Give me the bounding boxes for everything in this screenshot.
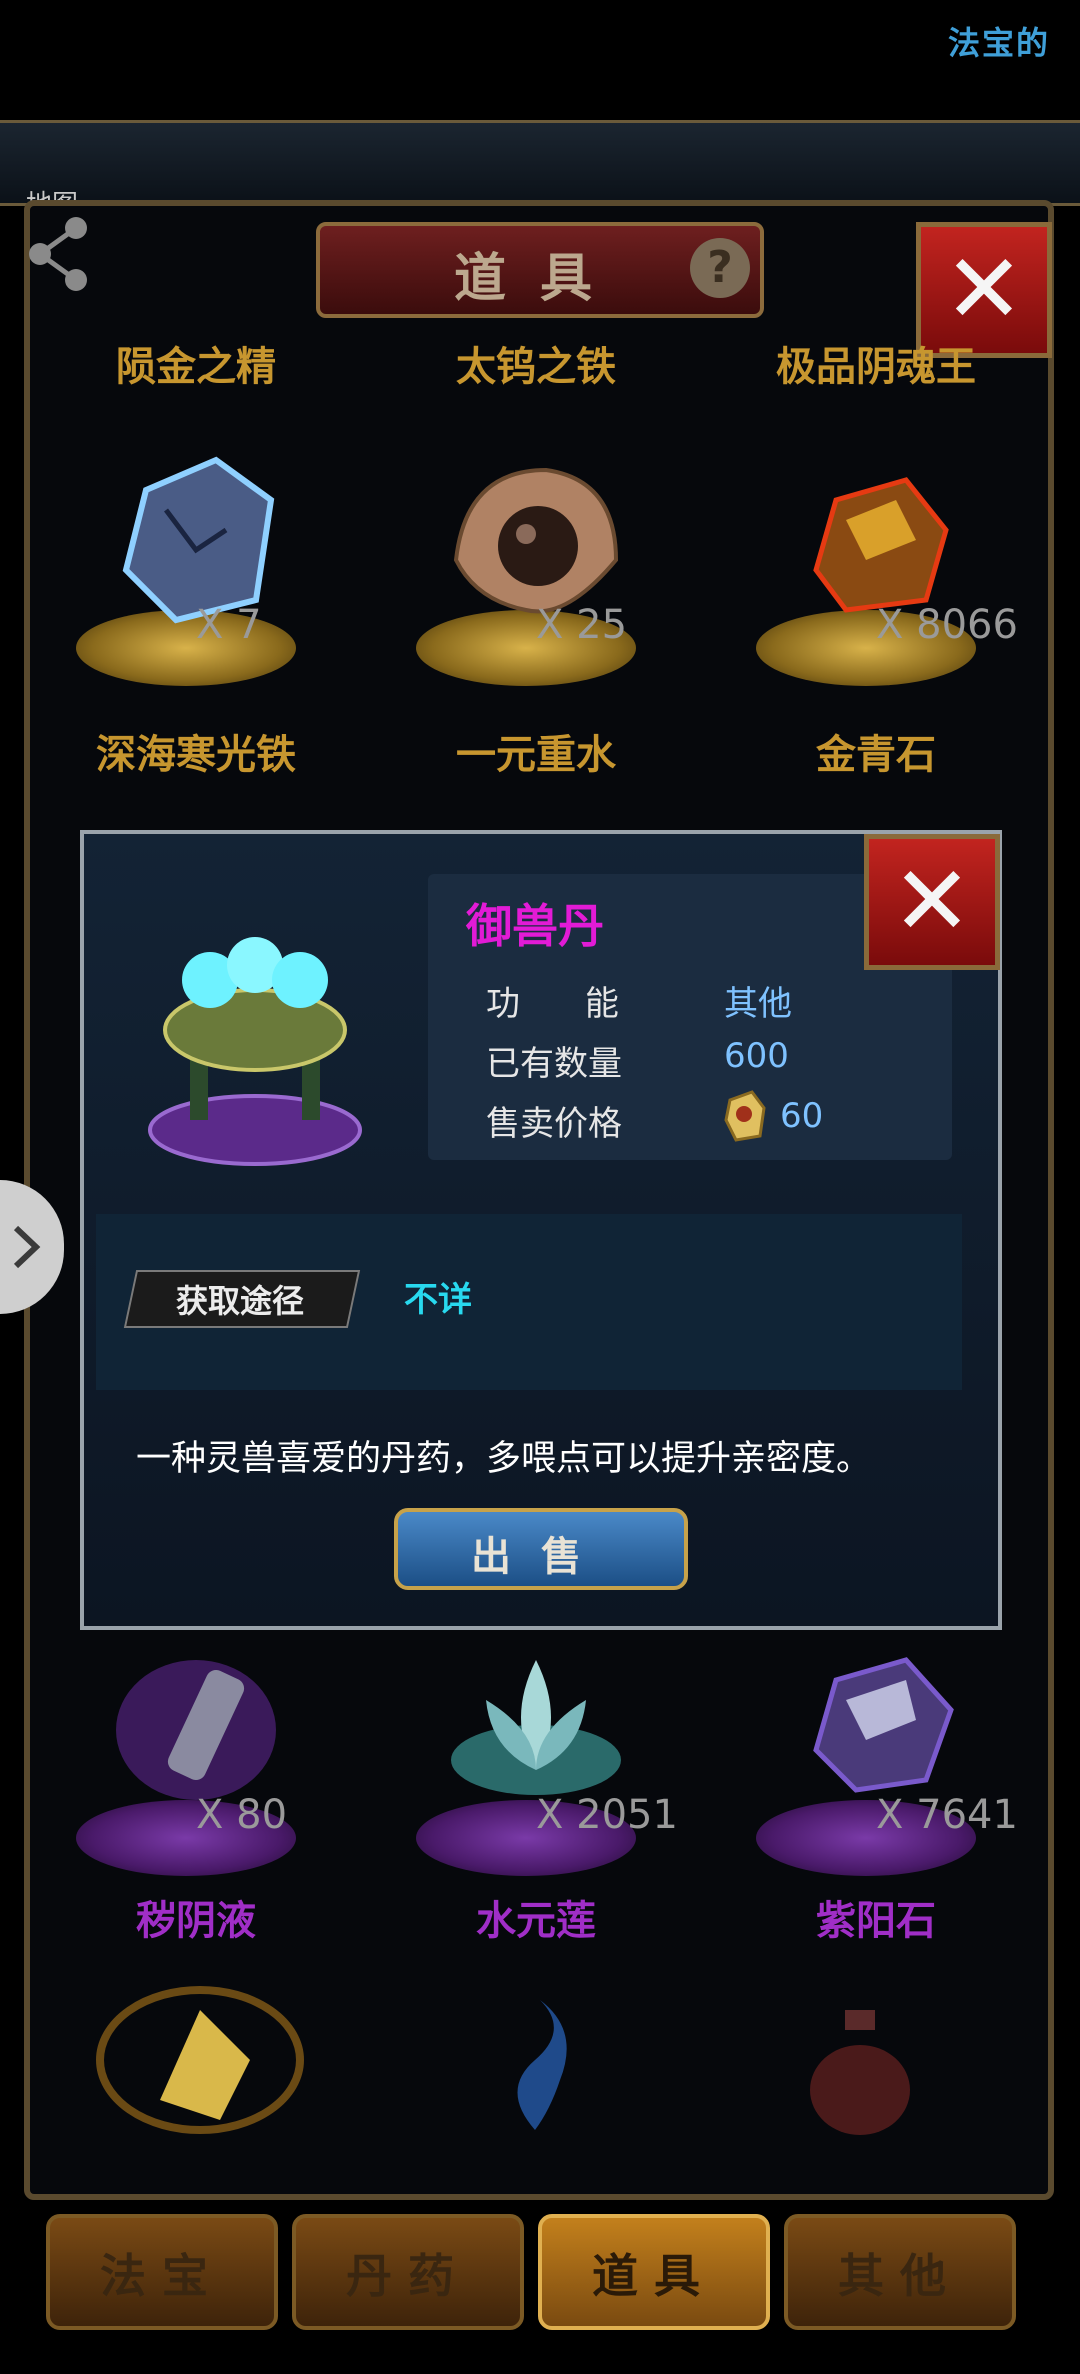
inventory-item[interactable]: X 7 xyxy=(36,430,356,690)
chevron-right-icon xyxy=(13,1225,41,1269)
function-value: 其他 xyxy=(724,984,792,1024)
wisp-icon[interactable] xyxy=(480,1990,590,2140)
item-name: 深海寒光铁 xyxy=(96,732,296,778)
item-description: 一种灵兽喜爱的丹药，多喂点可以提升亲密度。 xyxy=(136,1439,872,1479)
help-icon[interactable]: ? xyxy=(690,238,750,298)
tab-label[interactable]: 丹药 xyxy=(292,2240,524,2306)
item-name: 一元重水 xyxy=(456,732,616,778)
inventory-item[interactable]: X 8066 xyxy=(716,430,1036,690)
elixir-cauldron-icon xyxy=(148,937,362,1166)
price-value: 60 xyxy=(780,1096,824,1136)
item-count: X 2051 xyxy=(536,1792,678,1838)
function-label: 功 能 xyxy=(486,984,619,1024)
close-icon: ✕ xyxy=(943,233,1025,345)
tab-label[interactable]: 法宝 xyxy=(46,2240,278,2306)
item-name: 水元莲 xyxy=(476,1898,596,1944)
item-count: X 80 xyxy=(196,1792,288,1838)
item-name: 陨金之精 xyxy=(116,344,276,390)
side-expand-button[interactable] xyxy=(0,1180,64,1314)
price-label: 售卖价格 xyxy=(486,1104,622,1144)
close-icon: ✕ xyxy=(891,845,973,957)
quantity-value: 600 xyxy=(724,1036,789,1076)
item-name: 秽阴液 xyxy=(136,1898,256,1944)
item-name: 太钨之铁 xyxy=(456,344,616,390)
item-count: X 8066 xyxy=(876,602,1018,648)
urn-icon[interactable] xyxy=(800,2000,920,2140)
quantity-label: 已有数量 xyxy=(486,1044,622,1084)
inventory-item[interactable]: X 2051 xyxy=(376,1620,696,1880)
inventory-item[interactable]: X 25 xyxy=(376,430,696,690)
spirit-stone-icon xyxy=(724,1090,766,1142)
item-name: 紫阳石 xyxy=(816,1898,936,1944)
top-banner xyxy=(0,120,1080,206)
close-popup-button[interactable]: ✕ xyxy=(864,834,1000,970)
item-name: 金青石 xyxy=(816,732,936,778)
inventory-item[interactable]: X 7641 xyxy=(716,1620,1036,1880)
tab-label[interactable]: 道具 xyxy=(538,2240,770,2306)
banner-title: 法宝的 xyxy=(947,24,1050,62)
source-label: 获取途径 xyxy=(175,1282,304,1320)
source-value: 不详 xyxy=(404,1280,472,1320)
item-count: X 7 xyxy=(196,602,262,648)
sell-button-label[interactable]: 出售 xyxy=(394,1524,688,1582)
tab-label[interactable]: 其他 xyxy=(784,2240,1016,2306)
share-icon[interactable] xyxy=(24,214,94,294)
crystal-icon[interactable] xyxy=(90,1950,310,2140)
item-count: X 7641 xyxy=(876,1792,1018,1838)
inventory-item[interactable]: X 80 xyxy=(36,1620,356,1880)
item-name-title: 御兽丹 xyxy=(466,899,604,953)
item-name: 极品阴魂王 xyxy=(776,344,976,390)
item-count: X 25 xyxy=(536,602,628,648)
